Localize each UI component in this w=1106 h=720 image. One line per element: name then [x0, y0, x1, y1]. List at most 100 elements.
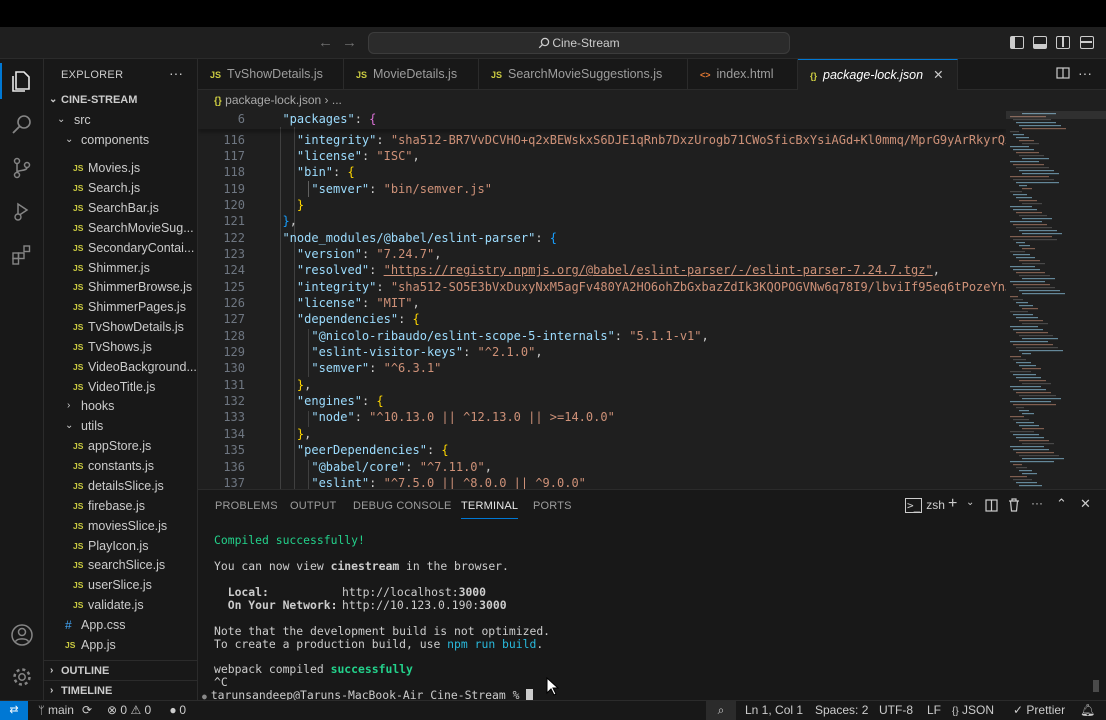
- line-number: 123: [223, 246, 245, 261]
- tab-terminal[interactable]: TERMINAL: [461, 500, 519, 519]
- file-item[interactable]: JS moviesSlice.js: [44, 516, 197, 536]
- file-item[interactable]: JS Movies.js: [44, 158, 197, 178]
- more-actions-icon[interactable]: ···: [169, 65, 183, 81]
- back-arrow-icon[interactable]: ←: [318, 34, 333, 51]
- language-mode[interactable]: {} JSON: [952, 703, 994, 717]
- line-number: 124: [223, 263, 245, 278]
- minimap-viewport[interactable]: [1006, 111, 1106, 119]
- title-bar: ← → Cine-Stream: [0, 27, 1106, 59]
- file-item[interactable]: JS PlayIcon.js: [44, 536, 197, 556]
- toggle-sidebar-icon[interactable]: [1010, 36, 1024, 49]
- file-item[interactable]: JS Shimmer.js: [44, 258, 197, 278]
- more-actions-icon[interactable]: ···: [1031, 496, 1043, 510]
- minimap-stroke: [1010, 401, 1051, 403]
- outline-section[interactable]: › OUTLINE: [44, 660, 197, 680]
- end-of-line[interactable]: LF: [927, 703, 941, 717]
- minimap-stroke: [1016, 122, 1056, 124]
- root-folder[interactable]: ⌄ CINE-STREAM: [44, 90, 197, 110]
- sync-icon[interactable]: ⟳: [82, 703, 92, 717]
- file-item[interactable]: JS SearchBar.js: [44, 198, 197, 218]
- close-icon[interactable]: ✕: [933, 68, 943, 82]
- sticky-scroll-line: 6 "packages": {: [198, 111, 1006, 128]
- tab-debug-console[interactable]: DEBUG CONSOLE: [353, 500, 452, 512]
- tab-tvshowdetails[interactable]: JS TvShowDetails.js: [198, 59, 344, 90]
- notifications-bell-icon[interactable]: 🔔︎: [1080, 703, 1095, 717]
- tab-ports[interactable]: PORTS: [533, 500, 572, 512]
- file-item[interactable]: JS searchSlice.js: [44, 555, 197, 575]
- file-item[interactable]: JS TvShows.js: [44, 337, 197, 357]
- minimap-stroke: [1019, 395, 1056, 397]
- file-item[interactable]: JS Search.js: [44, 178, 197, 198]
- problems-indicator[interactable]: ⊗ 0 ⚠ 0: [107, 703, 151, 717]
- editor-tabs: JS TvShowDetails.js JS MovieDetails.js JS S…: [198, 59, 1106, 90]
- customize-layout-icon[interactable]: [1080, 36, 1094, 49]
- folder-src[interactable]: ⌄ src: [44, 110, 197, 130]
- run-debug-icon[interactable]: [8, 197, 36, 225]
- file-item[interactable]: JS appStore.js: [44, 436, 197, 456]
- file-app-js[interactable]: JS App.js: [44, 635, 197, 655]
- minimap-stroke: [1022, 128, 1066, 130]
- line-number: 135: [223, 443, 245, 458]
- encoding[interactable]: UTF-8: [879, 703, 913, 717]
- file-item[interactable]: JS VideoTitle.js: [44, 377, 197, 397]
- terminal-scrollbar[interactable]: [1093, 680, 1099, 692]
- terminal-shell[interactable]: >_ zsh: [905, 498, 945, 513]
- new-terminal-plus-icon[interactable]: +: [948, 495, 957, 513]
- tab-output[interactable]: OUTPUT: [290, 500, 336, 512]
- split-terminal-icon[interactable]: [985, 499, 998, 515]
- folder-hooks[interactable]: › hooks: [44, 396, 197, 416]
- file-app-css[interactable]: # App.css: [44, 615, 197, 635]
- forward-arrow-icon[interactable]: →: [342, 34, 357, 51]
- minimap[interactable]: [1006, 111, 1106, 489]
- breadcrumb-symbol[interactable]: ...: [332, 93, 342, 107]
- code-text: "integrity": "sha512-SO5E3bVxDuxyNxM5agF…: [296, 279, 1006, 294]
- command-center[interactable]: Cine-Stream: [368, 32, 790, 54]
- more-actions-icon[interactable]: ···: [1078, 65, 1092, 81]
- file-item[interactable]: JS ShimmerPages.js: [44, 297, 197, 317]
- remote-indicator-icon[interactable]: ⇄: [0, 701, 28, 720]
- breadcrumb-file[interactable]: package-lock.json: [225, 93, 321, 107]
- code-editor[interactable]: 6 "packages": {116 "integrity": "sha512-…: [198, 111, 1006, 489]
- branch-indicator[interactable]: ᛘ main: [38, 703, 74, 717]
- chevron-down-icon[interactable]: ⌄: [966, 497, 974, 508]
- tab-searchmoviesuggestions[interactable]: JS SearchMovieSuggestions.js: [479, 59, 688, 90]
- indentation[interactable]: Spaces: 2: [815, 703, 868, 717]
- file-item[interactable]: JS userSlice.js: [44, 575, 197, 595]
- toggle-panel-icon[interactable]: [1033, 36, 1047, 49]
- cursor-position[interactable]: Ln 1, Col 1: [745, 703, 803, 717]
- folder-utils[interactable]: ⌄ utils: [44, 416, 197, 436]
- source-control-icon[interactable]: [8, 154, 36, 182]
- split-editor-icon[interactable]: [1056, 66, 1070, 83]
- tab-index-html[interactable]: <> index.html: [688, 59, 798, 90]
- file-item[interactable]: JS ShimmerBrowse.js: [44, 277, 197, 297]
- prettier-status[interactable]: ✓ Prettier: [1013, 703, 1065, 717]
- close-panel-icon[interactable]: ✕: [1080, 496, 1091, 512]
- file-item[interactable]: JS VideoBackground...: [44, 357, 197, 377]
- file-item[interactable]: JS constants.js: [44, 456, 197, 476]
- trash-icon[interactable]: [1008, 498, 1020, 515]
- file-item[interactable]: JS TvShowDetails.js: [44, 317, 197, 337]
- tab-moviedetails[interactable]: JS MovieDetails.js: [344, 59, 479, 90]
- settings-gear-icon[interactable]: [8, 663, 36, 691]
- file-item[interactable]: JS detailsSlice.js: [44, 476, 197, 496]
- ports-indicator[interactable]: ⦁ 0: [170, 703, 186, 718]
- accounts-icon[interactable]: [8, 621, 36, 649]
- file-item[interactable]: JS SearchMovieSug...: [44, 218, 197, 238]
- zoom-icon[interactable]: ⌕: [706, 701, 736, 720]
- file-item[interactable]: JS firebase.js: [44, 496, 197, 516]
- explorer-icon[interactable]: [0, 63, 36, 99]
- terminal-network-url[interactable]: http://10.123.0.190:3000: [342, 599, 507, 612]
- tab-problems[interactable]: PROBLEMS: [215, 500, 278, 512]
- terminal-icon: >_: [905, 498, 923, 513]
- extensions-icon[interactable]: [8, 241, 36, 269]
- maximize-panel-chevron-up-icon[interactable]: ⌃: [1056, 496, 1067, 512]
- file-item[interactable]: JS SecondaryContai...: [44, 238, 197, 258]
- folder-components[interactable]: ⌄ components: [44, 130, 197, 150]
- search-icon[interactable]: [8, 111, 36, 139]
- toggle-secondary-sidebar-icon[interactable]: [1056, 36, 1070, 49]
- chevron-down-icon: ⌄: [49, 94, 58, 105]
- js-file-icon: JS: [73, 520, 84, 531]
- tab-package-lock[interactable]: {} package-lock.json ✕: [798, 59, 958, 90]
- file-item[interactable]: JS validate.js: [44, 595, 197, 615]
- timeline-section[interactable]: › TIMELINE: [44, 680, 197, 700]
